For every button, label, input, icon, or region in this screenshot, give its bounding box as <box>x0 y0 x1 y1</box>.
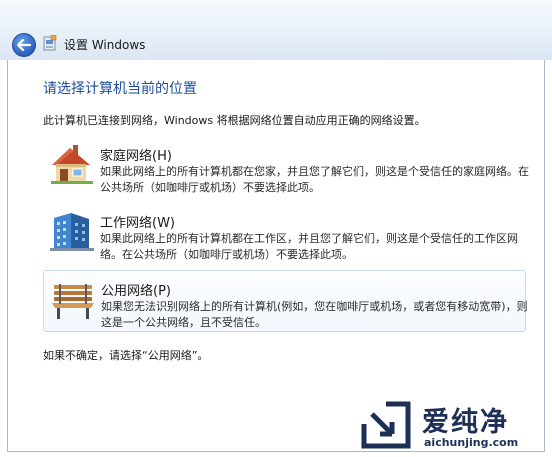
watermark-logo-icon <box>361 401 411 449</box>
back-button[interactable] <box>12 33 36 57</box>
office-building-icon <box>50 213 94 251</box>
option-work-desc-line1: 如果此网络上的所有计算机都在工作区，并且您了解它们，则这是个受信任的工作区网 <box>100 232 518 245</box>
option-work-title: 工作网络(W) <box>100 216 175 231</box>
option-public-network[interactable]: 公用网络(P) 如果您无法识别网络上的所有计算机(例如，您在咖啡厅或机场，或者您… <box>43 270 528 332</box>
house-icon <box>51 145 93 184</box>
option-home-desc-line2: 公共场所（如咖啡厅或机场）不要选择此项。 <box>100 181 320 194</box>
setup-window: 设置 Windows 请选择计算机当前的位置 此计算机已连接到网络，Window… <box>0 0 552 457</box>
watermark-title: 爱纯净 <box>422 407 509 438</box>
option-public-title: 公用网络(P) <box>101 284 171 299</box>
footer-note: 如果不确定，请选择“公用网络”。 <box>43 349 209 362</box>
setup-app-icon <box>43 35 57 51</box>
page-heading: 请选择计算机当前的位置 <box>43 81 197 97</box>
intro-text: 此计算机已连接到网络，Windows 将根据网络位置自动应用正确的网络设置。 <box>43 114 426 127</box>
title-bar: 设置 Windows <box>0 0 552 60</box>
option-public-desc-line1: 如果您无法识别网络上的所有计算机(例如，您在咖啡厅或机场，或者您有移动宽带)，则 <box>101 300 528 313</box>
option-work-desc-line2: 络。在公共场所（如咖啡厅或机场）不要选择此项。 <box>100 248 353 261</box>
option-home-desc-line1: 如果此网络上的所有计算机都在您家，并且您了解它们，则这是个受信任的家庭网络。在 <box>100 165 529 178</box>
park-bench-icon <box>52 284 94 319</box>
option-work-network[interactable]: 工作网络(W) 如果此网络上的所有计算机都在工作区，并且您了解它们，则这是个受信… <box>43 208 526 261</box>
option-home-title: 家庭网络(H) <box>100 149 172 164</box>
back-arrow-icon <box>17 39 31 51</box>
option-public-desc-line2: 这是一个公共网络，且不受信任。 <box>101 316 266 329</box>
option-home-network[interactable]: 家庭网络(H) 如果此网络上的所有计算机都在您家，并且您了解它们，则这是个受信任… <box>43 141 529 194</box>
watermark-url: aichunjing.com <box>424 436 519 449</box>
window-title: 设置 Windows <box>64 38 146 52</box>
watermark: 爱纯净 aichunjing.com <box>358 400 548 452</box>
